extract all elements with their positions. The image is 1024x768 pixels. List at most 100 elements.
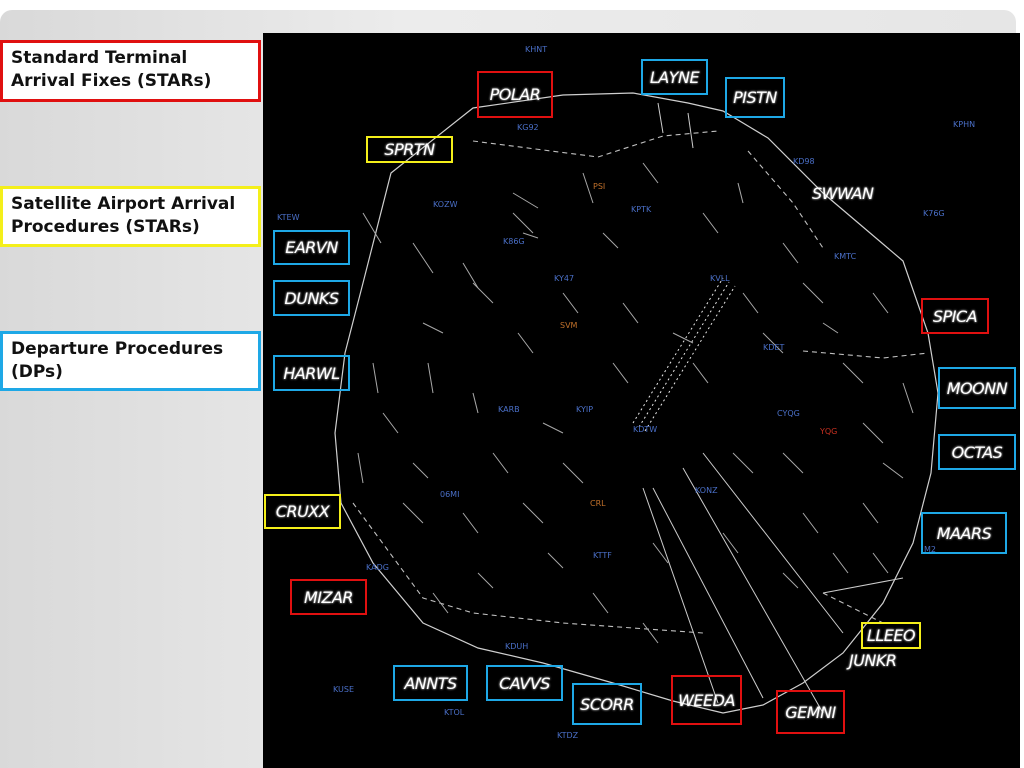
airway-mark	[782, 452, 804, 474]
fix-cruxx[interactable]: CRUXX	[264, 494, 341, 529]
airway-mark	[372, 362, 379, 394]
fix-mizar-label: MIZAR	[303, 587, 354, 607]
airway-mark	[562, 292, 579, 314]
airway-mark	[412, 242, 434, 274]
airway-mark	[472, 392, 479, 414]
airway-mark	[642, 622, 659, 644]
airway-mark	[902, 382, 914, 414]
fix-gemni-label: GEMNI	[785, 702, 836, 722]
airport-svm: SVM	[560, 321, 578, 330]
fix-lleeo[interactable]: LLEEO	[861, 622, 921, 649]
airport-kuse: KUSE	[333, 685, 355, 694]
airway-mark	[862, 422, 884, 444]
fix-octas[interactable]: OCTAS	[938, 434, 1016, 470]
airport-ktol: KTOL	[444, 708, 465, 717]
airport-kyip: KYIP	[576, 405, 594, 414]
airway-mark	[542, 422, 564, 434]
fix-cruxx-label: CRUXX	[275, 502, 330, 521]
airway-mark	[782, 242, 799, 264]
fix-scorr-label: SCORR	[580, 694, 634, 714]
fix-harwl[interactable]: HARWL	[273, 355, 350, 391]
fix-maars-label: MAARS	[936, 523, 992, 543]
fix-earvn[interactable]: EARVN	[273, 230, 350, 265]
airway-mark	[602, 232, 619, 249]
airway-mark	[742, 292, 759, 314]
legend-stars-line2: Arrival Fixes (STARs)	[11, 71, 212, 91]
airway-mark	[402, 502, 424, 524]
airport-kdet: KDET	[763, 343, 785, 352]
airport-06mi: 06MI	[440, 490, 460, 499]
airport-psi: PSI	[593, 182, 606, 191]
airport-cyqg: CYQG	[777, 409, 800, 418]
airway-mark	[822, 322, 839, 334]
airway-mark	[432, 592, 449, 614]
airport-karb: KARB	[498, 405, 520, 414]
fix-layne-label: LAYNE	[649, 67, 700, 87]
fix-mizar[interactable]: MIZAR	[290, 579, 367, 615]
airway-mark	[517, 332, 534, 354]
fix-maars[interactable]: MAARS	[921, 512, 1007, 554]
fix-junkr[interactable]: JUNKR	[849, 651, 897, 670]
airway-mark	[882, 462, 904, 479]
airway-mark	[612, 362, 629, 384]
fix-spica-label: SPICA	[932, 306, 978, 326]
airway-mark	[412, 462, 429, 479]
runway-extensions	[632, 277, 736, 432]
airport-kg92: KG92	[517, 123, 539, 132]
airway-mark	[802, 512, 819, 534]
airport-khnt: KHNT	[525, 45, 548, 54]
fix-pistn[interactable]: PISTN	[725, 77, 785, 118]
fix-dunks[interactable]: DUNKS	[273, 280, 350, 316]
legend-dps-line2: (DPs)	[11, 362, 63, 382]
airport-k86g: K86G	[503, 237, 525, 246]
fix-polar-label: POLAR	[489, 85, 541, 104]
airway-mark	[842, 362, 864, 384]
airway-mark	[872, 292, 889, 314]
fix-cavvs-label: CAVVS	[499, 673, 550, 693]
fix-weeda[interactable]: WEEDA	[671, 675, 742, 725]
legend-satellite-line1: Satellite Airport Arrival	[11, 194, 236, 214]
airport-kptk: KPTK	[631, 205, 652, 214]
fix-dunks-label: DUNKS	[284, 288, 339, 308]
airway-mark	[592, 592, 609, 614]
fix-cavvs[interactable]: CAVVS	[486, 665, 563, 701]
fix-swwan[interactable]: SWWAN	[812, 184, 874, 203]
airport-kadg: KADG	[366, 563, 389, 572]
fix-polar[interactable]: POLAR	[477, 71, 553, 118]
fix-annts[interactable]: ANNTS	[393, 665, 468, 701]
fix-gemni[interactable]: GEMNI	[776, 690, 845, 734]
airport-kozw: KOZW	[433, 200, 458, 209]
fix-scorr[interactable]: SCORR	[572, 683, 642, 725]
airport-konz: KONZ	[695, 486, 718, 495]
airway-mark	[782, 572, 799, 589]
airway-mark	[642, 162, 659, 184]
airway-mark	[872, 552, 889, 574]
airway-mark	[472, 282, 494, 304]
fix-sprtn[interactable]: SPRTN	[366, 136, 453, 163]
airway-mark	[862, 502, 879, 524]
fix-pistn-label: PISTN	[733, 88, 777, 107]
airway-mark	[702, 212, 719, 234]
airway-mark	[732, 452, 754, 474]
fix-layne[interactable]: LAYNE	[641, 59, 708, 95]
fix-moonn[interactable]: MOONN	[938, 367, 1016, 409]
airway-mark	[737, 182, 744, 204]
airport-kd98: KD98	[793, 157, 815, 166]
airway-mark	[582, 172, 594, 204]
fix-earvn-label: EARVN	[285, 238, 338, 257]
fix-spica[interactable]: SPICA	[921, 298, 989, 334]
fix-harwl-label: HARWL	[283, 363, 340, 383]
airway-mark	[547, 552, 564, 569]
airway-mark	[462, 512, 479, 534]
airway-mark	[722, 532, 739, 554]
airport-ktew: KTEW	[277, 213, 300, 222]
airway-mark	[802, 282, 824, 304]
airway-mark	[522, 232, 539, 239]
legend-satellite: Satellite Airport Arrival Procedures (ST…	[0, 186, 261, 247]
airway-mark	[512, 192, 539, 209]
fix-lleeo-label: LLEEO	[866, 626, 916, 645]
airway-mark	[622, 302, 639, 324]
airport-k76g: K76G	[923, 209, 945, 218]
airport-kttf: KTTF	[593, 551, 612, 560]
airway-marks	[357, 162, 914, 644]
